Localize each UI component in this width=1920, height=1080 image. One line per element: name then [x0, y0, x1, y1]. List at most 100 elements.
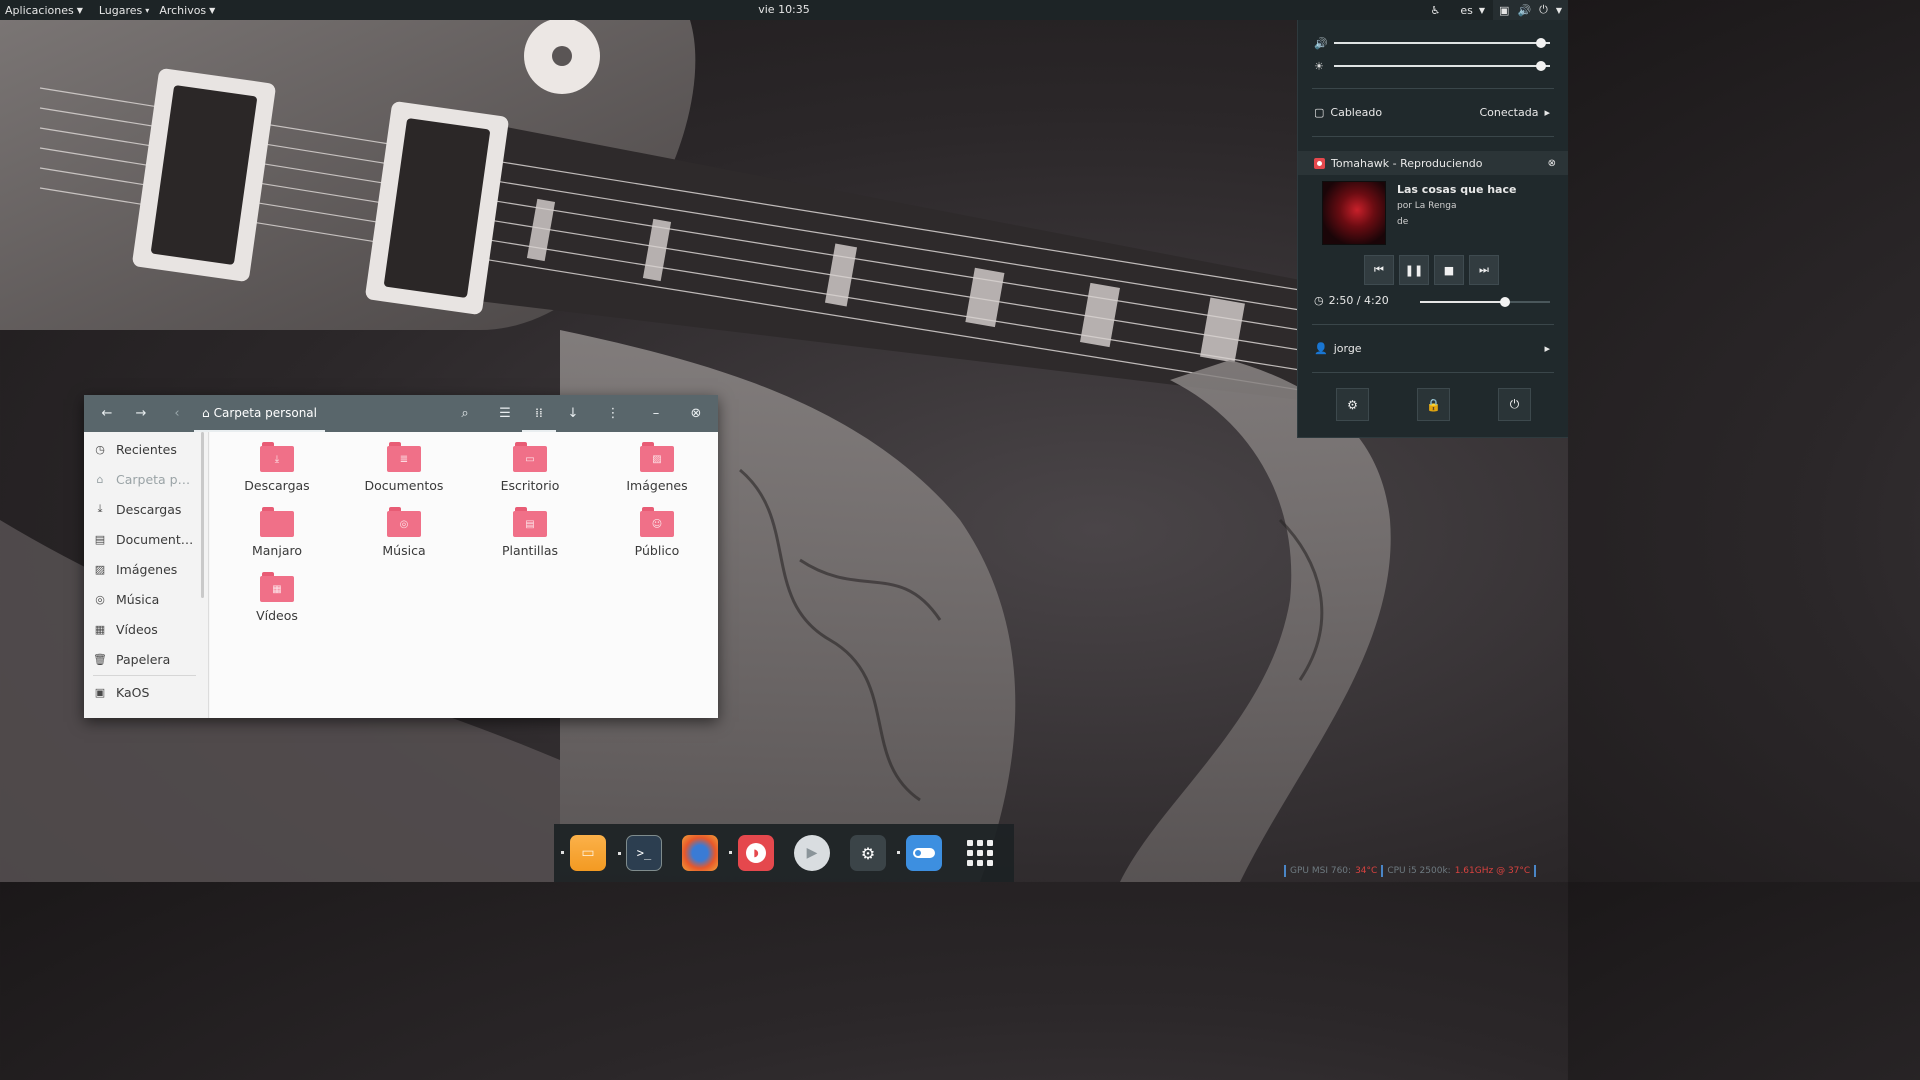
folder-label: Público [634, 543, 680, 558]
list-view-button[interactable]: ☰ [490, 395, 520, 432]
volume-knob[interactable] [1536, 38, 1547, 48]
separator [1312, 136, 1554, 137]
menu-button[interactable]: ⋮ [598, 395, 628, 432]
applications-menu[interactable]: Aplicaciones ▼ [0, 0, 88, 20]
sidebar-item-recent[interactable]: ◷ Recientes [93, 439, 177, 459]
chevron-right-icon: ▸ [1544, 342, 1550, 355]
terminal-app-launcher[interactable]: >_ [618, 835, 662, 871]
folder-label: Escritorio [500, 478, 560, 493]
track-artist: por La Renga [1397, 201, 1457, 211]
lock-button[interactable]: 🔒 [1417, 388, 1450, 421]
playback-position-slider[interactable] [1420, 297, 1550, 307]
close-button[interactable]: ⊗ [681, 395, 711, 432]
sidebar-item-documents[interactable]: ▤ Document… [93, 529, 193, 549]
folder-label: Imágenes [626, 478, 688, 493]
previous-button[interactable]: ⏮ [1364, 255, 1394, 285]
sidebar-item-label: Document… [116, 531, 194, 547]
back-button[interactable]: ← [92, 395, 122, 432]
sidebar-scrollbar[interactable] [201, 432, 204, 598]
separator [1312, 372, 1554, 373]
chevron-down-icon: ▼ [1478, 5, 1486, 15]
skip-back-icon: ⏮ [1374, 263, 1384, 276]
tomahawk-app-launcher[interactable]: ◗ [729, 835, 774, 871]
next-button[interactable]: ⏭ [1469, 255, 1499, 285]
brightness-slider[interactable]: ☀ [1314, 59, 1550, 73]
user-item[interactable]: 👤 jorge ▸ [1314, 342, 1550, 355]
clock-icon: ◷ [95, 442, 105, 456]
more-vertical-icon: ⋮ [606, 406, 620, 421]
search-button[interactable]: ⌕ [450, 395, 480, 432]
settings-button[interactable]: ⚙ [1336, 388, 1369, 421]
firefox-app-launcher[interactable] [682, 835, 718, 871]
system-buttons: ⚙ 🔒 ⏻ [1336, 388, 1531, 421]
sidebar-item-music[interactable]: ◎ Música [93, 589, 159, 609]
folder-videos-icon: ▦ [260, 572, 294, 602]
running-indicator [729, 851, 732, 854]
playback-progress-fill [1420, 301, 1506, 303]
folder-item[interactable]: ≣ Documentos [349, 442, 459, 502]
tomahawk-icon: ◗ [746, 843, 766, 863]
terminal-icon: >_ [636, 846, 652, 860]
folder-item[interactable]: ⤓ Descargas [222, 442, 332, 502]
network-item[interactable]: ▢ Cableado Conectada ▸ [1314, 106, 1550, 119]
breadcrumb[interactable]: ⌂ Carpeta personal [194, 395, 325, 432]
folder-item[interactable]: ▦ Vídeos [222, 572, 332, 632]
files-menu[interactable]: Archivos ▼ [154, 0, 220, 20]
sidebar-item-trash[interactable]: 🗑 Papelera [93, 649, 170, 669]
gpu-label: GPU MSI 760: [1290, 866, 1352, 876]
sidebar-item-home[interactable]: ⌂ Carpeta p… [93, 469, 191, 489]
volume-slider[interactable]: 🔊 [1314, 36, 1550, 50]
show-applications-button[interactable] [962, 835, 998, 871]
arrow-right-icon: → [135, 406, 147, 421]
forward-button[interactable]: → [126, 395, 156, 432]
folder-item[interactable]: ◎ Música [349, 507, 459, 567]
folder-item[interactable]: ▤ Plantillas [475, 507, 585, 567]
folder-item[interactable]: Manjaro [222, 507, 332, 567]
folder-label: Plantillas [501, 543, 559, 558]
trash-icon: 🗑 [93, 652, 107, 666]
volume-track[interactable] [1334, 42, 1550, 44]
brightness-track[interactable] [1334, 65, 1550, 67]
path-scroll-left[interactable]: ‹ [162, 395, 192, 432]
playback-knob[interactable] [1500, 297, 1511, 307]
sort-button[interactable]: ↓ [558, 395, 588, 432]
folder-desktop-icon: ▭ [513, 442, 547, 472]
sidebar-item-downloads[interactable]: ⤓ Descargas [93, 499, 182, 519]
brightness-knob[interactable] [1536, 61, 1547, 71]
keyboard-layout-menu[interactable]: es ▼ [1454, 0, 1493, 20]
chevron-down-icon: ▼ [76, 5, 83, 15]
files-app-launcher[interactable]: ▭ [561, 835, 606, 871]
power-icon: ⏻ [1539, 3, 1548, 16]
grid-view-icon: ⁞⁞ [535, 405, 543, 420]
dock: ▭ >_ ◗ ▶ ⚙ [554, 824, 1014, 882]
sidebar-separator [93, 675, 196, 676]
folder-item[interactable]: ▭ Escritorio [475, 442, 585, 502]
stop-button[interactable]: ■ [1434, 255, 1464, 285]
power-button[interactable]: ⏻ [1498, 388, 1531, 421]
minimize-button[interactable]: – [641, 395, 671, 432]
folder-item[interactable]: ▨ Imágenes [602, 442, 712, 502]
sidebar-item-label: Papelera [116, 651, 171, 667]
lock-icon: 🔒 [1426, 397, 1441, 412]
sidebar-item-pictures[interactable]: ▨ Imágenes [93, 559, 177, 579]
pause-button[interactable]: ❚❚ [1399, 255, 1429, 285]
sidebar-item-drive[interactable]: ▣ KaOS [93, 682, 150, 702]
sidebar-item-label: Descargas [116, 501, 182, 517]
close-icon[interactable]: ⊗ [1548, 158, 1556, 169]
folder-item[interactable]: ☺ Público [602, 507, 712, 567]
track-title: Las cosas que hace [1397, 183, 1517, 196]
sidebar-item-videos[interactable]: ▦ Vídeos [93, 619, 158, 639]
toggle-app-launcher[interactable] [897, 835, 942, 871]
accessibility-icon[interactable]: ♿ [1425, 0, 1455, 20]
clock[interactable]: vie 10:35 [758, 3, 810, 16]
music-icon: ◎ [95, 592, 105, 606]
folder-label: Documentos [364, 478, 444, 493]
places-menu[interactable]: Lugares ▾ [94, 0, 154, 20]
settings-icon: ⚙ [1347, 397, 1358, 412]
steam-app-launcher[interactable]: ⚙ [850, 835, 886, 871]
folder-icon: ▭ [581, 845, 595, 861]
status-area: ♿ es ▼ ▣ 🔊 ⏻ ▼ [1425, 0, 1568, 20]
system-status-menu[interactable]: ▣ 🔊 ⏻ ▼ [1493, 0, 1568, 20]
grid-view-button[interactable]: ⁞⁞ [522, 395, 556, 432]
media-player-app-launcher[interactable]: ▶ [794, 835, 830, 871]
